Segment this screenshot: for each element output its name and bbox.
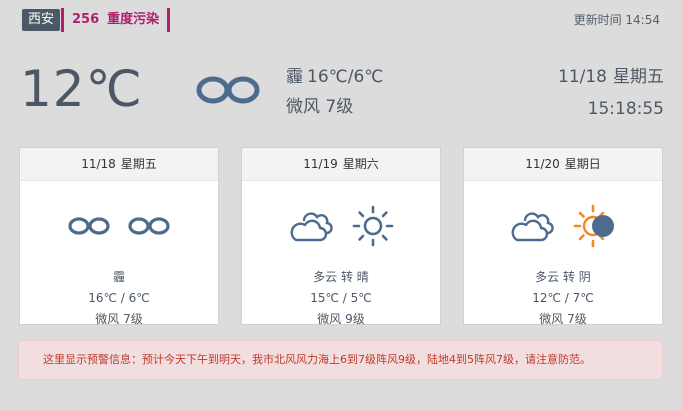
forecast-weekday: 星期六 [342,157,379,171]
current-temp-range: 16℃/6℃ [307,67,384,87]
forecast-card[interactable]: 11/20 星期日 多云 转 阴 12℃ / 7℃ 微风 7级 [463,147,663,326]
forecast-temps: 12℃ / 7℃ [532,291,594,305]
cloudy-icon [511,212,554,242]
forecast-date: 11/20 星期日 [464,148,662,181]
forecast-date-text: 11/20 [525,157,560,171]
aqi-badge: 256 重度污染 [61,8,171,32]
update-time: 更新时间 14:54 [574,8,660,32]
forecast-temps: 16℃ / 6℃ [88,291,150,305]
haze-icon [196,73,260,111]
aqi-label: 重度污染 [107,12,160,27]
forecast-date-text: 11/18 [81,157,116,171]
current-datetime: 11/18 星期五 15:18:55 [558,62,664,124]
cloudy-icon [290,212,333,242]
forecast-card[interactable]: 11/18 星期五 霾 16℃ / 6℃ 微风 7级 [19,147,219,326]
forecast-wind: 微风 9级 [317,312,365,326]
current-weekday: 星期五 [613,67,664,87]
forecast-icons [464,181,662,267]
sun-icon [352,205,394,247]
forecast-wind: 微风 7级 [539,312,587,326]
forecast-date: 11/19 星期六 [242,148,440,181]
update-time-value: 14:54 [625,13,660,27]
forecast-condition: 霾 [112,270,125,284]
top-bar: 西安 256 重度污染 更新时间 14:54 [20,8,662,32]
current-clock: 15:18:55 [587,99,664,119]
haze-icon [68,217,110,235]
forecast-temps: 15℃ / 5℃ [310,291,372,305]
forecast-condition: 多云 转 阴 [535,270,591,284]
haze-icon [128,217,170,235]
forecast-date-text: 11/19 [303,157,338,171]
forecast-icons [20,181,218,267]
aqi-value: 256 [72,12,100,27]
current-condition: 霾 [286,67,303,87]
forecast-condition: 多云 转 晴 [313,270,369,284]
update-label: 更新时间 [573,13,622,27]
partly-sunny-icon [573,204,614,248]
forecast-icons [242,181,440,267]
forecast-date: 11/18 星期五 [20,148,218,181]
forecast-weekday: 星期日 [564,157,601,171]
current-temperature: 12℃ [20,60,143,118]
forecast-wind: 微风 7级 [95,312,143,326]
current-conditions: 霾 16℃/6℃ 微风 7级 [286,62,383,122]
forecast-weekday: 星期五 [120,157,157,171]
current-wind: 微风 7级 [286,97,354,117]
weather-alert: 这里显示预警信息：预计今天下午到明天，我市北风风力海上6到7级阵风9级，陆地4到… [18,340,663,380]
city-badge[interactable]: 西安 [22,9,61,31]
current-date: 11/18 [558,67,607,87]
forecast-card[interactable]: 11/19 星期六 多云 转 晴 15℃ / 5℃ 微风 9级 [241,147,441,326]
